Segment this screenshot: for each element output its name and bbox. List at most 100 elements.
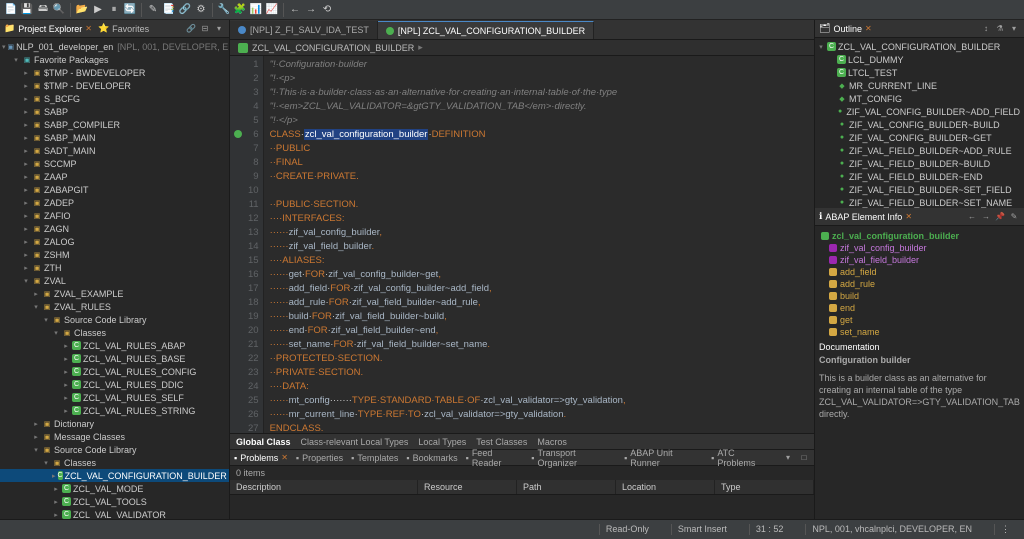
tree-node[interactable]: ●ZIF_VAL_FIELD_BUILDER~END [815, 170, 1024, 183]
tree-node[interactable]: ▸▣Dictionary [0, 417, 229, 430]
bottom-tab[interactable]: ▪Feed Reader [466, 448, 524, 468]
tree-node[interactable]: ▸▣ZVAL_EXAMPLE [0, 287, 229, 300]
local-tab[interactable]: Macros [537, 437, 567, 447]
menu-icon[interactable]: ▾ [1008, 23, 1020, 35]
bottom-tab[interactable]: ▪ATC Problems [711, 448, 774, 468]
tree-node[interactable]: ▸▣S_BCFG [0, 92, 229, 105]
tree-node[interactable]: ▸CZCL_VAL_VALIDATOR [0, 508, 229, 519]
toolbar-icon-16[interactable]: ← [288, 3, 302, 17]
tree-node[interactable]: ●ZIF_VAL_CONFIG_BUILDER~GET [815, 131, 1024, 144]
tree-node[interactable]: ▾▣NLP_001_developer_en[NPL, 001, DEVELOP… [0, 40, 229, 53]
tree-node[interactable]: ▾▣Source Code Library [0, 313, 229, 326]
edit-icon[interactable]: ✎ [1008, 211, 1020, 223]
editor-tab-2[interactable]: [NPL] ZCL_VAL_CONFIGURATION_BUILDER [378, 21, 594, 39]
tree-node[interactable]: ▸▣ZTH [0, 261, 229, 274]
tree-node[interactable]: ▸CZCL_VAL_RULES_ABAP [0, 339, 229, 352]
tree-node[interactable]: ▸▣SCCMP [0, 157, 229, 170]
tree-node[interactable]: ▸▣SADT_MAIN [0, 144, 229, 157]
tree-node[interactable]: ●ZIF_VAL_FIELD_BUILDER~SET_FIELD [815, 183, 1024, 196]
tree-node[interactable]: ▸CZCL_VAL_TOOLS [0, 495, 229, 508]
tree-node[interactable]: ●ZIF_VAL_FIELD_BUILDER~BUILD [815, 157, 1024, 170]
tree-node[interactable]: ▸▣Message Classes [0, 430, 229, 443]
local-tab[interactable]: Global Class [236, 437, 291, 447]
bottom-tab[interactable]: ▪Properties [296, 453, 343, 463]
editor-tab-1[interactable]: [NPL] Z_FI_SALV_IDA_TEST [230, 21, 378, 39]
tree-node[interactable]: ▾▣ZVAL_RULES [0, 300, 229, 313]
toolbar-icon-10[interactable]: 🔗 [178, 3, 192, 17]
filter-icon[interactable]: ⚗ [994, 23, 1006, 35]
fwd-icon[interactable]: → [980, 211, 992, 223]
bottom-tab[interactable]: ▪Problems✕ [234, 453, 288, 463]
tree-node[interactable]: ▸▣$TMP - BWDEVELOPER [0, 66, 229, 79]
min-icon[interactable]: ▾ [782, 452, 794, 464]
toolbar-icon-7[interactable]: 🔄 [123, 3, 137, 17]
toolbar-icon-1[interactable]: 💾 [20, 3, 34, 17]
link-editor-icon[interactable]: 🔗 [185, 23, 197, 35]
tree-node[interactable]: ▸▣SABP [0, 105, 229, 118]
element-info-tab[interactable]: ℹABAP Element Info✕ [819, 211, 912, 222]
tree-node[interactable]: ▸CZCL_VAL_RULES_BASE [0, 352, 229, 365]
tree-node[interactable]: ▸▣ZAGN [0, 222, 229, 235]
tree-node[interactable]: ▸▣ZABAPGIT [0, 183, 229, 196]
project-explorer-tree[interactable]: ▾▣NLP_001_developer_en[NPL, 001, DEVELOP… [0, 38, 229, 519]
tree-node[interactable]: ▾▣Favorite Packages [0, 53, 229, 66]
local-tab[interactable]: Test Classes [476, 437, 527, 447]
tree-node[interactable]: ▸▣ZAFIO [0, 209, 229, 222]
bottom-tab[interactable]: ▪Bookmarks [406, 453, 457, 463]
favorites-tab[interactable]: ⭐Favorites [98, 23, 149, 34]
toolbar-icon-15[interactable]: 📈 [265, 3, 279, 17]
local-tab[interactable]: Local Types [418, 437, 466, 447]
toolbar-icon-6[interactable]: ⏸ [107, 3, 121, 17]
pin-icon[interactable]: 📌 [994, 211, 1006, 223]
toolbar-icon-5[interactable]: ▶ [91, 3, 105, 17]
back-icon[interactable]: ← [966, 211, 978, 223]
outline-tab[interactable]: 🗂Outline✕ [819, 23, 872, 34]
tree-node[interactable]: ▸CZCL_VAL_RULES_SELF [0, 391, 229, 404]
bottom-tab[interactable]: ▪ABAP Unit Runner [624, 448, 703, 468]
tree-node[interactable]: ●ZIF_VAL_CONFIG_BUILDER~BUILD [815, 118, 1024, 131]
toolbar-icon-2[interactable]: 🖴 [36, 3, 50, 17]
tree-node[interactable]: ●ZIF_VAL_CONFIG_BUILDER~ADD_FIELD [815, 105, 1024, 118]
project-explorer-tab[interactable]: 📁Project Explorer✕ [4, 23, 92, 34]
collapse-icon[interactable]: ⊟ [199, 23, 211, 35]
breadcrumb[interactable]: ZCL_VAL_CONFIGURATION_BUILDER▸ [230, 40, 814, 56]
toolbar-icon-4[interactable]: 📂 [75, 3, 89, 17]
sort-icon[interactable]: ↕ [980, 23, 992, 35]
tree-node[interactable]: ◆MT_CONFIG [815, 92, 1024, 105]
bottom-tab[interactable]: ▪Templates [351, 453, 398, 463]
status-menu[interactable]: ⋮ [994, 524, 1016, 535]
bottom-tab[interactable]: ▪Transport Organizer [531, 448, 616, 468]
tree-node[interactable]: ▾CZCL_VAL_CONFIGURATION_BUILDER [815, 40, 1024, 53]
outline-tree[interactable]: ▾CZCL_VAL_CONFIGURATION_BUILDERCLCL_DUMM… [815, 38, 1024, 208]
toolbar-icon-9[interactable]: 📑 [162, 3, 176, 17]
tree-node[interactable]: ▸▣ZALOG [0, 235, 229, 248]
tree-node[interactable]: ▸CZCL_VAL_RULES_CONFIG [0, 365, 229, 378]
code-editor[interactable]: 1234567891011121314151617181920212223242… [230, 56, 814, 433]
tree-node[interactable]: ●ZIF_VAL_FIELD_BUILDER~SET_NAME [815, 196, 1024, 208]
tree-node[interactable]: ●ZIF_VAL_FIELD_BUILDER~ADD_RULE [815, 144, 1024, 157]
tree-node[interactable]: ◆MR_CURRENT_LINE [815, 79, 1024, 92]
tree-node[interactable]: ▸▣ZADEP [0, 196, 229, 209]
toolbar-icon-18[interactable]: ⟲ [320, 3, 334, 17]
max-icon[interactable]: □ [798, 452, 810, 464]
tree-node[interactable]: ▸CZCL_VAL_CONFIGURATION_BUILDER [0, 469, 229, 482]
menu-icon[interactable]: ▾ [213, 23, 225, 35]
toolbar-icon-17[interactable]: → [304, 3, 318, 17]
toolbar-icon-8[interactable]: ✎ [146, 3, 160, 17]
toolbar-icon-11[interactable]: ⚙ [194, 3, 208, 17]
tree-node[interactable]: ▸CZCL_VAL_RULES_DDIC [0, 378, 229, 391]
tree-node[interactable]: ▸▣$TMP - DEVELOPER [0, 79, 229, 92]
tree-node[interactable]: ▾▣ZVAL [0, 274, 229, 287]
tree-node[interactable]: ▾▣Classes [0, 456, 229, 469]
tree-node[interactable]: CLTCL_TEST [815, 66, 1024, 79]
toolbar-icon-13[interactable]: 🧩 [233, 3, 247, 17]
tree-node[interactable]: ▾▣Source Code Library [0, 443, 229, 456]
tree-node[interactable]: ▸▣ZAAP [0, 170, 229, 183]
local-tab[interactable]: Class-relevant Local Types [301, 437, 409, 447]
tree-node[interactable]: ▸▣SABP_COMPILER [0, 118, 229, 131]
toolbar-icon-3[interactable]: 🔍 [52, 3, 66, 17]
tree-node[interactable]: ▸CZCL_VAL_MODE [0, 482, 229, 495]
tree-node[interactable]: ▸CZCL_VAL_RULES_STRING [0, 404, 229, 417]
tree-node[interactable]: ▾▣Classes [0, 326, 229, 339]
toolbar-icon-14[interactable]: 📊 [249, 3, 263, 17]
